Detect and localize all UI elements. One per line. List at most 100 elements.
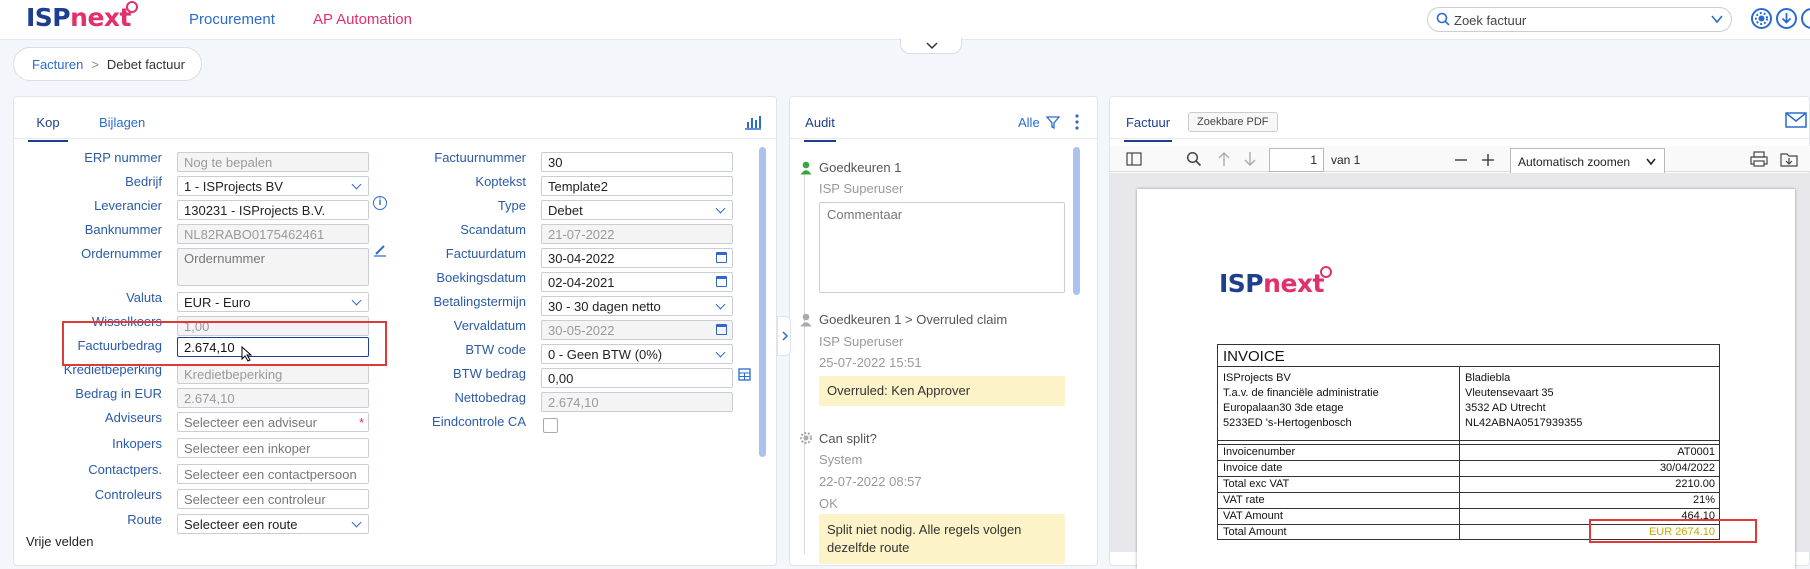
invoice-row-value: 21%: [1692, 494, 1715, 506]
nav-procurement[interactable]: Procurement: [189, 11, 275, 28]
invoice-row-label: VAT Amount: [1223, 510, 1283, 522]
comment-placeholder: Commentaar: [827, 207, 903, 222]
chevron-right-icon: [782, 331, 789, 341]
user-gray-icon: [800, 313, 812, 327]
search-icon[interactable]: [1186, 151, 1202, 167]
more-vertical-icon[interactable]: [1074, 114, 1080, 130]
eindcontrole-checkbox[interactable]: [543, 418, 558, 433]
ispnext-logo[interactable]: ISPnext: [26, 1, 138, 32]
tab-zoekbare-pdf[interactable]: Zoekbare PDF: [1188, 112, 1278, 132]
field-value: 30: [548, 155, 563, 170]
audit-filter-label[interactable]: Alle: [1018, 115, 1040, 130]
field-bedrag-in-eur: 2.674,10: [177, 388, 369, 408]
field-valuta[interactable]: EUR - Euro: [177, 292, 369, 312]
field-value: 130231 - ISProjects B.V.: [184, 203, 326, 218]
field-factuurdatum[interactable]: 30-04-2022: [541, 248, 733, 268]
chevron-down-icon: [1646, 158, 1656, 166]
field-adviseurs[interactable]: Selecteer een adviseur *: [177, 412, 369, 432]
field-label-banknummer: Banknummer: [84, 222, 162, 237]
nav-ap-automation[interactable]: AP Automation: [313, 11, 412, 28]
print-icon[interactable]: [1750, 151, 1768, 167]
tab-kop[interactable]: Kop: [28, 115, 68, 142]
zoom-in-icon[interactable]: [1481, 153, 1495, 167]
audit-tabbar: Audit Alle: [790, 97, 1097, 142]
filter-icon[interactable]: [1046, 116, 1060, 129]
field-label-route: Route: [127, 512, 162, 527]
field-betalingstermijn[interactable]: 30 - 30 dagen netto: [541, 296, 733, 316]
field-route[interactable]: Selecteer een route: [177, 514, 369, 534]
breadcrumb-facturen[interactable]: Facturen: [32, 57, 83, 72]
field-vervaldatum: 30-05-2022: [541, 320, 733, 340]
mail-icon[interactable]: [1785, 112, 1807, 128]
settings-gear-icon[interactable]: [1751, 8, 1772, 29]
invoice-row-divider: [1218, 444, 1720, 445]
zoom-out-icon[interactable]: [1454, 153, 1468, 167]
field-value: Selecteer een adviseur: [184, 415, 317, 430]
invoice-column-divider: [1459, 367, 1460, 539]
field-label-bedrijf: Bedrijf: [125, 174, 162, 189]
chart-icon[interactable]: [744, 114, 762, 130]
audit-scrollbar[interactable]: [1073, 147, 1080, 295]
edit-pencil-icon[interactable]: [373, 243, 387, 257]
field-value: Debet: [548, 203, 583, 218]
field-controleurs[interactable]: Selecteer een controleur: [177, 489, 369, 509]
user-green-icon: [800, 161, 812, 175]
field-value: 2.674,10: [548, 395, 599, 410]
tab-bijlagen[interactable]: Bijlagen: [99, 115, 145, 130]
search-input[interactable]: Zoek factuur: [1427, 7, 1732, 32]
field-value: 30-05-2022: [548, 323, 615, 338]
user-menu-icon[interactable]: [1801, 8, 1810, 29]
invoice-from-line: Europalaan30 3de etage: [1223, 402, 1344, 414]
invoice-from-line: T.a.v. de financiële administratie: [1223, 387, 1379, 399]
field-value: EUR - Euro: [184, 295, 251, 310]
field-inkopers[interactable]: Selecteer een inkoper: [177, 438, 369, 458]
invoice-logo: ISPnext: [1219, 266, 1332, 298]
collapse-header-toggle[interactable]: [900, 38, 962, 54]
field-bedrijf[interactable]: 1 - ISProjects BV: [177, 176, 369, 196]
tab-audit[interactable]: Audit: [804, 115, 836, 142]
logo-heart-icon: [1320, 266, 1332, 278]
field-type[interactable]: Debet: [541, 200, 733, 220]
field-value: 21-07-2022: [548, 227, 615, 242]
expand-left-panel-button[interactable]: [777, 316, 791, 356]
field-value: Kredietbeperking: [184, 367, 283, 382]
invoice-address-divider: [1218, 440, 1719, 441]
calendar-icon[interactable]: [716, 324, 727, 335]
vrije-velden-heading: Vrije velden: [26, 534, 94, 549]
save-icon[interactable]: [1780, 151, 1798, 167]
field-label-btw-bedrag: BTW bedrag: [453, 366, 526, 381]
field-boekingsdatum[interactable]: 02-04-2021: [541, 272, 733, 292]
calendar-icon[interactable]: [716, 276, 727, 287]
arrow-down-icon[interactable]: [1243, 151, 1257, 167]
field-banknummer: NL82RABO0175462461: [177, 224, 369, 244]
field-koptekst[interactable]: Template2: [541, 176, 733, 196]
field-ordernummer[interactable]: Ordernummer: [177, 248, 369, 286]
field-factuurnummer[interactable]: 30: [541, 152, 733, 172]
invoice-row-label: Total Amount: [1223, 526, 1287, 538]
chevron-down-icon[interactable]: [1711, 13, 1723, 25]
form-scrollbar[interactable]: [759, 147, 766, 457]
sidebar-toggle-icon[interactable]: [1126, 152, 1142, 166]
calculator-icon[interactable]: [738, 368, 751, 381]
pdf-zoom-select[interactable]: Automatisch zoomen: [1510, 148, 1665, 175]
pdf-page-input[interactable]: 1: [1269, 148, 1324, 172]
invoice-title-row: [1218, 345, 1719, 367]
calendar-icon[interactable]: [716, 252, 727, 263]
field-value: Selecteer een contactpersoon: [184, 467, 357, 482]
comment-textarea[interactable]: Commentaar: [819, 202, 1065, 293]
field-label-type: Type: [497, 198, 526, 213]
tab-factuur[interactable]: Factuur: [1124, 115, 1172, 142]
invoice-row-label: Invoicenumber: [1223, 446, 1296, 458]
field-leverancier[interactable]: 130231 - ISProjects B.V.: [177, 200, 369, 220]
field-kredietbeperking: Kredietbeperking: [177, 364, 369, 384]
info-icon[interactable]: i: [373, 196, 387, 210]
field-btw-bedrag[interactable]: 0,00: [541, 368, 733, 388]
arrow-up-icon[interactable]: [1217, 151, 1231, 167]
download-icon[interactable]: [1776, 8, 1797, 29]
audit-entry-date: 22-07-2022 08:57: [819, 474, 922, 489]
field-btw-code[interactable]: 0 - Geen BTW (0%): [541, 344, 733, 364]
field-value: Nog te bepalen: [184, 155, 273, 170]
invoice-row-value: 2210.00: [1675, 478, 1715, 490]
field-value: Ordernummer: [184, 251, 265, 266]
field-contactpers[interactable]: Selecteer een contactpersoon: [177, 464, 369, 484]
